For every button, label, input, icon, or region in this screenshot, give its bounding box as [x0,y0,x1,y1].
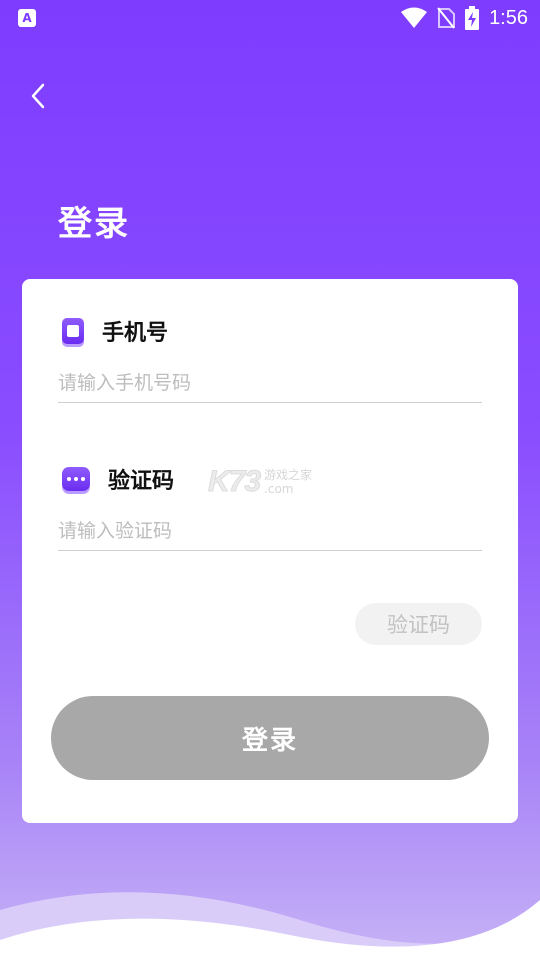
bottom-wave-decoration [0,892,540,960]
code-input[interactable] [58,511,482,551]
wifi-icon [401,7,428,28]
phone-icon [62,318,84,344]
watermark-side-line2: .com [264,482,294,496]
status-icons: 1:56 [401,6,528,30]
watermark-logo: K73 游戏之家 .com [207,465,312,499]
back-button[interactable] [20,78,56,114]
no-sim-icon [437,7,456,29]
watermark-side-line1: 游戏之家 [264,468,313,482]
chevron-left-icon [31,83,45,109]
message-icon [62,467,90,491]
phone-label-row: 手机号 [62,315,168,347]
status-time: 1:56 [489,6,528,29]
phone-label: 手机号 [102,321,169,346]
battery-charging-icon [465,6,480,30]
code-label: 验证码 [108,469,175,494]
watermark-main: K73 [207,465,261,499]
get-code-button[interactable]: 验证码 [355,603,482,645]
watermark-side: 游戏之家 .com [264,468,312,496]
app-notification-icon: A [18,9,36,27]
code-label-row: 验证码 [62,463,174,495]
login-button[interactable]: 登录 [51,696,489,780]
login-card: 手机号 验证码 K73 游戏之家 .com 验证码 登录 [22,279,518,823]
status-bar: A 1:56 [0,0,540,36]
phone-input[interactable] [58,363,482,403]
page-title: 登录 [58,204,130,244]
